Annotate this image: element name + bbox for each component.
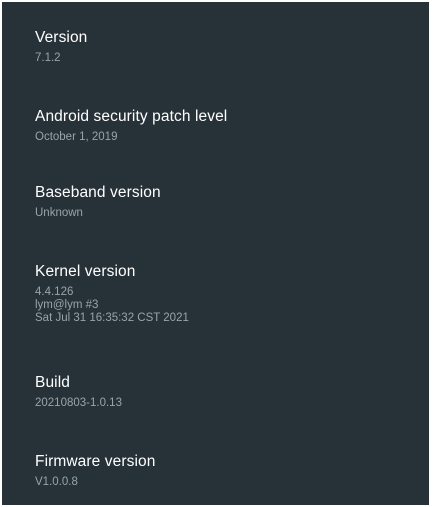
baseband-version-summary: Unknown	[35, 207, 419, 220]
security-patch-summary: October 1, 2019	[35, 131, 419, 144]
kernel-version-item[interactable]: Kernel version 4.4.126 lym@lym #3 Sat Ju…	[35, 263, 419, 325]
build-title: Build	[35, 374, 70, 391]
kernel-version-line-3: Sat Jul 31 16:35:32 CST 2021	[35, 312, 189, 324]
version-summary: 7.1.2	[35, 52, 419, 65]
baseband-version-item[interactable]: Baseband version Unknown	[35, 184, 419, 220]
version-value: 7.1.2	[35, 52, 61, 64]
build-value: 20210803-1.0.13	[35, 397, 122, 409]
kernel-version-line-1: 4.4.126	[35, 286, 74, 298]
kernel-version-title: Kernel version	[35, 263, 136, 280]
firmware-version-summary: V1.0.0.8	[35, 476, 419, 489]
firmware-version-title: Firmware version	[35, 453, 156, 470]
kernel-version-summary: 4.4.126 lym@lym #3 Sat Jul 31 16:35:32 C…	[35, 286, 419, 325]
kernel-version-line-2: lym@lym #3	[35, 299, 99, 311]
version-title: Version	[35, 29, 88, 46]
about-device-panel: Version 7.1.2 Android security patch lev…	[2, 2, 429, 505]
firmware-version-item[interactable]: Firmware version V1.0.0.8	[35, 453, 419, 489]
version-item[interactable]: Version 7.1.2	[35, 29, 419, 65]
security-patch-item[interactable]: Android security patch level October 1, …	[35, 108, 419, 144]
baseband-version-value: Unknown	[35, 207, 83, 219]
security-patch-value: October 1, 2019	[35, 131, 118, 143]
baseband-version-title: Baseband version	[35, 184, 161, 201]
build-summary: 20210803-1.0.13	[35, 397, 419, 410]
security-patch-title: Android security patch level	[35, 108, 228, 125]
build-item[interactable]: Build 20210803-1.0.13	[35, 374, 419, 410]
firmware-version-value: V1.0.0.8	[35, 476, 78, 488]
